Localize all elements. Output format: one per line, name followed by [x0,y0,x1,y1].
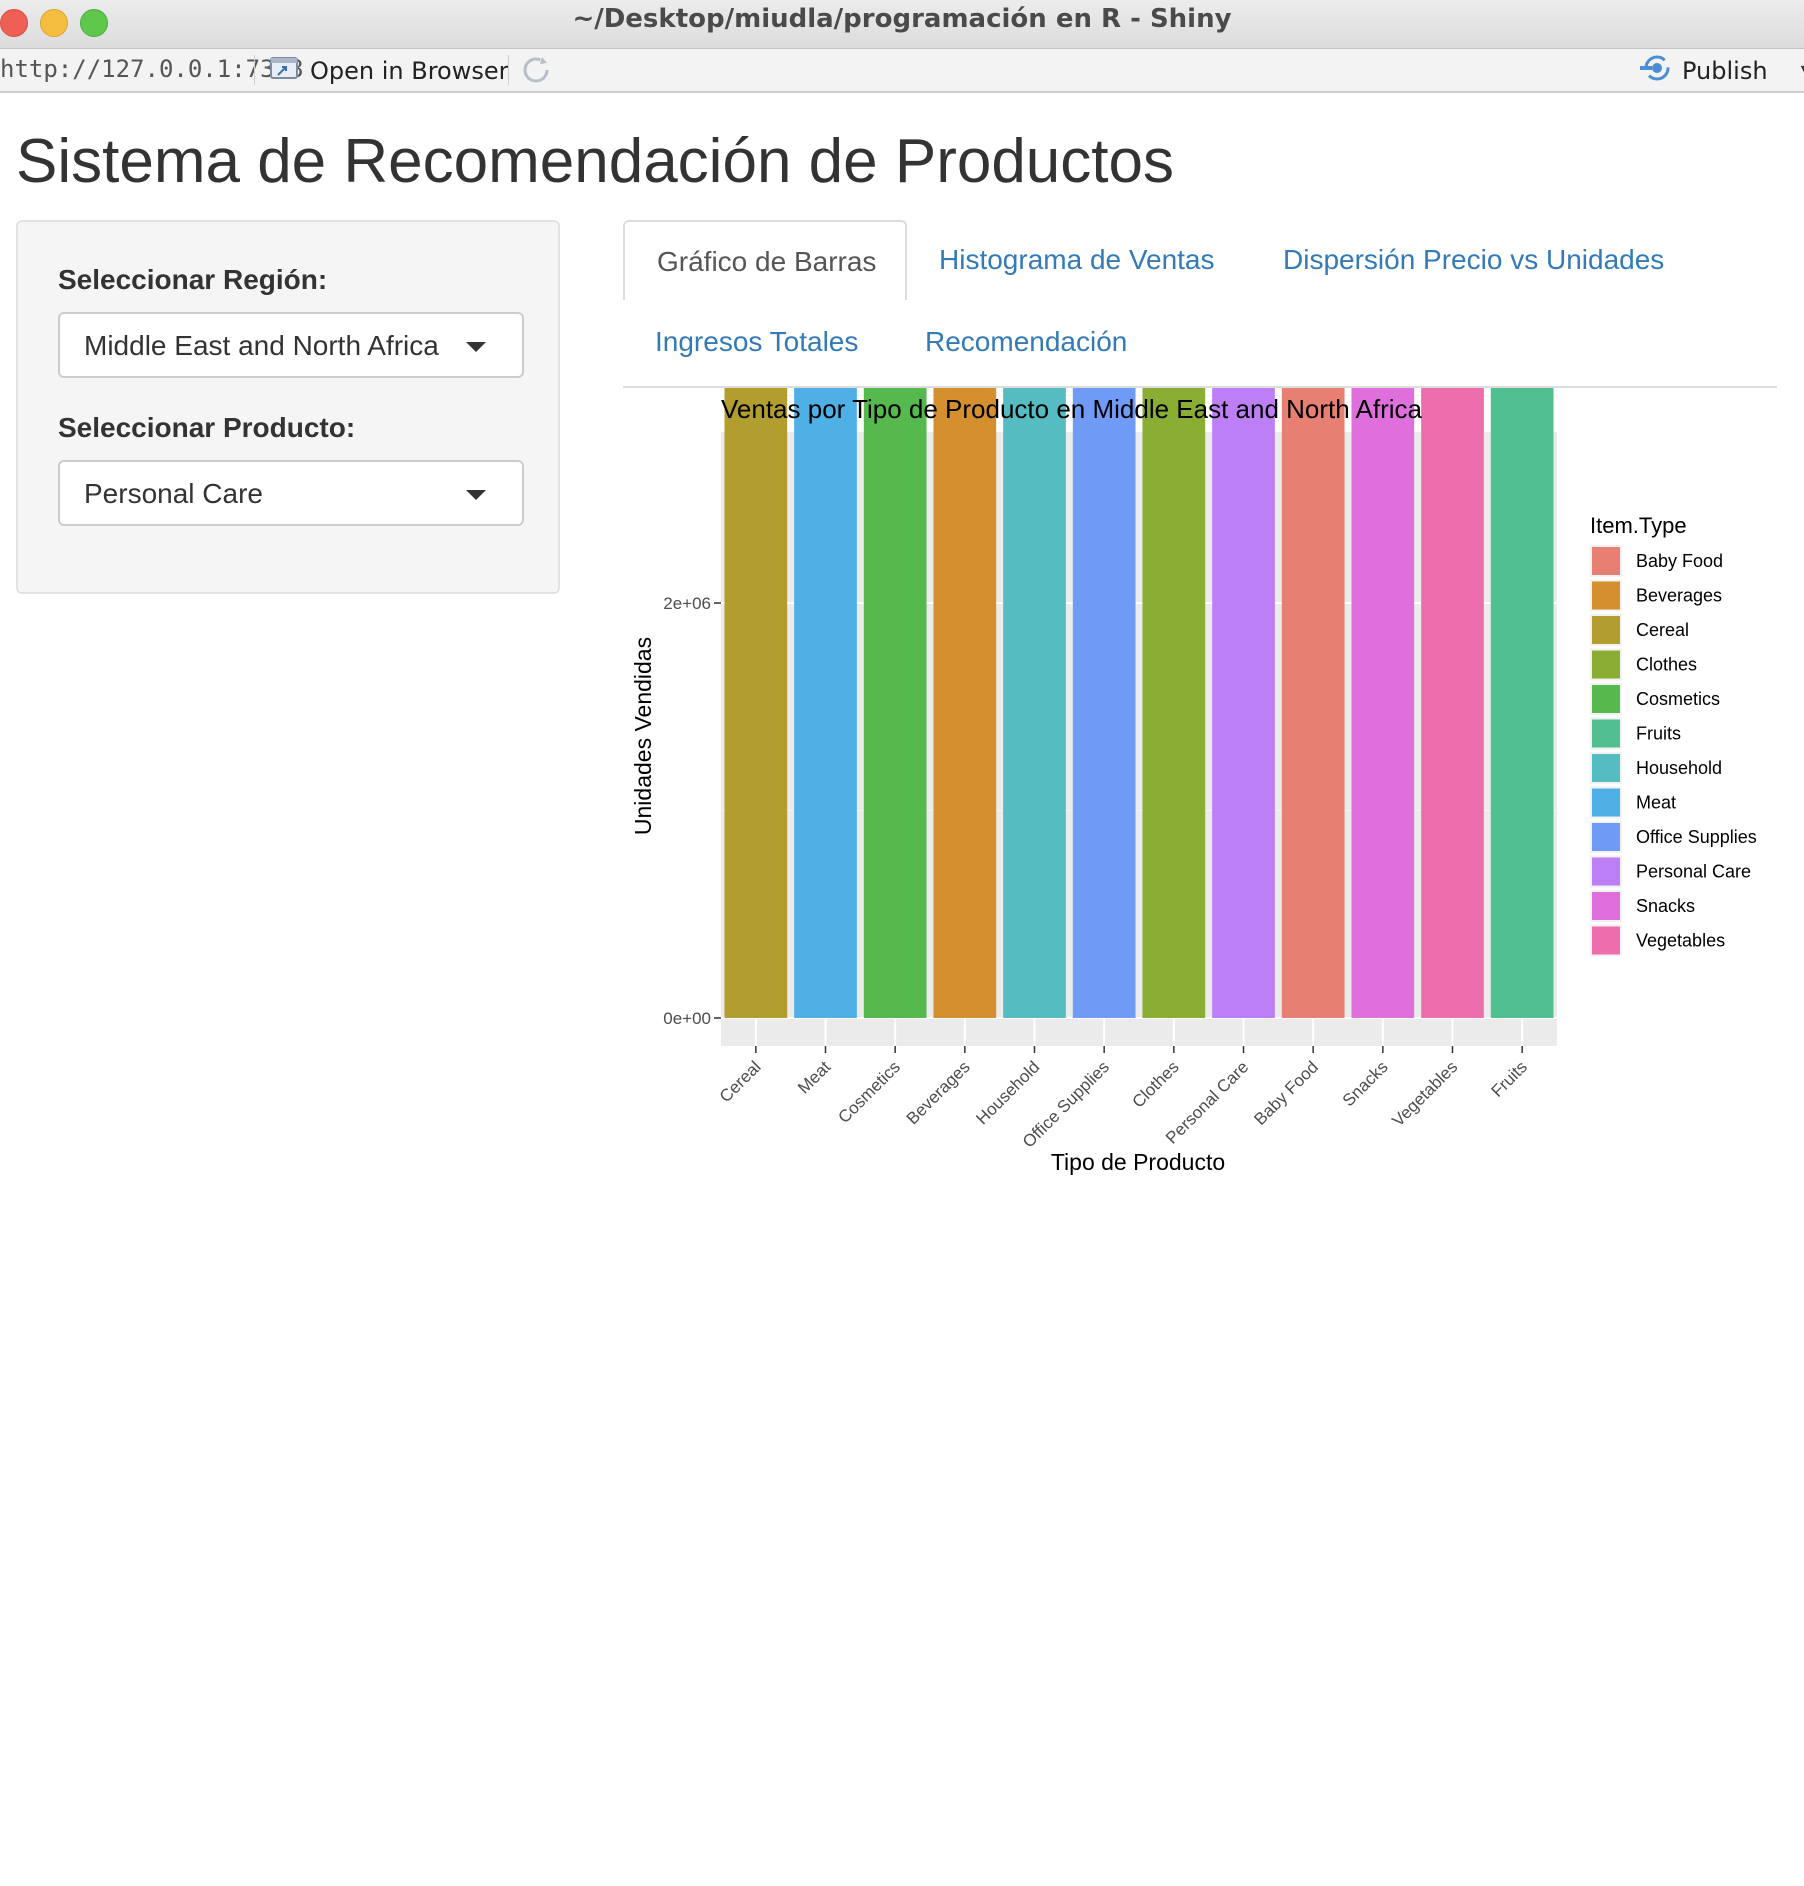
x-tick-label: Fruits [1488,1057,1531,1100]
legend-swatch [1592,926,1620,955]
tab-dispersion-precio-vs-unidades[interactable]: Dispersión Precio vs Unidades [1251,220,1691,300]
bar-vegetables [1421,0,1484,1019]
legend-swatch [1592,719,1620,748]
window-title: ~/Desktop/miudla/programación en R - Shi… [572,4,1232,34]
chevron-down-icon [466,490,486,500]
legend-swatch [1592,616,1620,644]
tab-label: Ingresos Totales [655,326,859,357]
bar-personal-care [1212,0,1275,1019]
bar-meat [794,0,857,1018]
x-tick-label: Vegetables [1388,1057,1461,1130]
chevron-down-icon[interactable]: ▼ [1798,62,1804,80]
legend-swatch [1592,788,1620,817]
y-axis-title: Unidades Vendidas [630,637,656,835]
y-tick-label: 2e+06 [663,594,711,613]
legend-swatch [1592,857,1620,886]
legend-label: Beverages [1636,586,1722,606]
legend-swatch [1592,892,1620,920]
tab-recomendacion[interactable]: Recomendación [893,302,1163,382]
tab-bar: Gráfico de Barras Histograma de Ventas D… [623,220,1777,388]
tab-label: Gráfico de Barras [657,246,877,277]
x-tick-label: Baby Food [1250,1057,1322,1129]
x-tick-label: Meat [794,1057,834,1097]
tab-label: Dispersión Precio vs Unidades [1283,244,1665,275]
legend-swatch [1592,581,1620,610]
legend-label: Cosmetics [1636,689,1720,709]
refresh-icon [520,57,552,90]
open-in-browser-label: Open in Browser [310,56,509,85]
legend-label: Cereal [1636,620,1689,640]
region-select[interactable]: Middle East and North Africa [58,312,524,378]
legend-label: Office Supplies [1636,827,1757,847]
publish-label: Publish [1682,56,1768,85]
bar-fruits [1490,3,1554,1018]
x-tick-label: Snacks [1339,1057,1392,1110]
publish-button[interactable]: Publish ▼ [1640,53,1804,88]
chart-title: Ventas por Tipo de Producto en Middle Ea… [721,394,1423,424]
x-tick-label: Beverages [903,1057,974,1128]
tab-histograma-de-ventas[interactable]: Histograma de Ventas [907,220,1251,300]
legend-swatch [1592,685,1620,713]
browser-window-icon [268,54,300,87]
legend-label: Personal Care [1636,862,1751,882]
bar-beverages [933,0,997,1018]
toolbar-divider [508,55,509,85]
legend-swatch [1592,823,1620,851]
legend-label: Fruits [1636,724,1681,744]
tab-ingresos-totales[interactable]: Ingresos Totales [623,302,893,382]
bar-household [1003,0,1066,1018]
bar-office-supplies [1072,0,1136,1019]
url-display[interactable]: http://127.0.0.1:7308 [0,55,303,83]
viewer-toolbar: http://127.0.0.1:7308 Open in Browser Pu… [0,49,1804,93]
tab-label: Recomendación [925,326,1128,357]
bar-cosmetics [863,0,927,1018]
legend-label: Household [1636,758,1722,778]
tab-grafico-de-barras[interactable]: Gráfico de Barras [623,220,907,300]
product-label: Seleccionar Producto: [58,412,356,443]
sidebar-panel: Seleccionar Región: Middle East and Nort… [16,220,560,594]
x-axis-title: Tipo de Producto [1051,1149,1225,1175]
tab-label: Histograma de Ventas [939,244,1215,275]
refresh-button[interactable] [520,54,552,91]
x-tick-label: Cosmetics [834,1057,904,1127]
y-tick-label: 0e+00 [663,1009,711,1028]
bar-baby-food [1281,0,1345,1018]
legend-label: Vegetables [1636,931,1725,951]
x-tick-label: Household [972,1057,1043,1128]
legend-label: Clothes [1636,655,1697,675]
product-select-value: Personal Care [84,478,263,509]
legend-swatch [1592,754,1620,782]
legend-swatch [1592,547,1620,575]
x-tick-label: Cereal [716,1057,765,1106]
open-in-browser-button[interactable]: Open in Browser [268,54,509,87]
chevron-down-icon [466,342,486,352]
bar-clothes [1142,0,1206,1018]
legend-swatch [1592,650,1620,679]
legend-label: Snacks [1636,896,1695,916]
bar-chart-svg: Cereal Meat CosmeticsBeveragesHouseholdOff… [630,0,1757,1175]
bar-cereal [724,0,788,1018]
x-tick-label: Clothes [1128,1057,1182,1111]
toolbar-divider [254,55,255,85]
legend-label: Baby Food [1636,551,1723,571]
page-title: Sistema de Recomendación de Productos [16,127,1174,196]
region-label: Seleccionar Región: [58,264,328,295]
region-select-value: Middle East and North Africa [84,330,439,361]
publish-icon [1640,53,1674,88]
legend-title: Item.Type [1590,513,1687,538]
product-select[interactable]: Personal Care [58,460,524,526]
bar-chart: Cereal Meat Cosmetics Beverages Household Off… [623,0,1803,1188]
legend-label: Meat [1636,793,1676,813]
window-title-bar: ~/Desktop/miudla/programación en R - Shi… [0,0,1804,49]
bar-snacks [1351,0,1415,1018]
